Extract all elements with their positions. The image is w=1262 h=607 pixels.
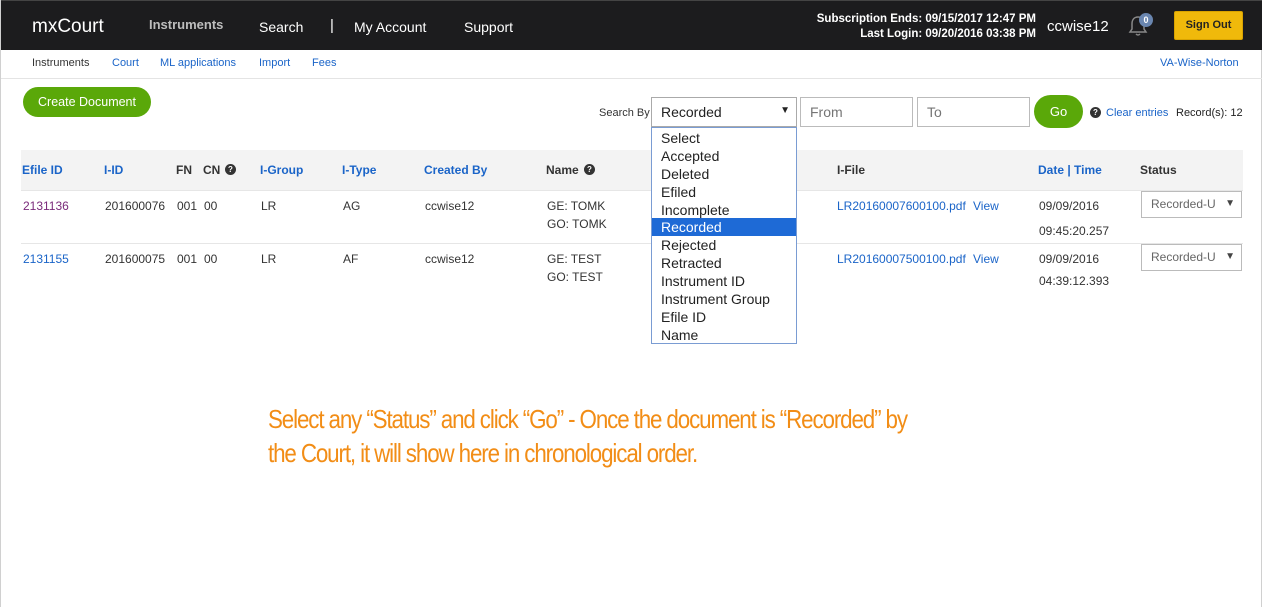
col-i-type[interactable]: I-Type xyxy=(342,163,376,177)
row1-cn: 00 xyxy=(204,199,218,213)
col-cn: CN xyxy=(203,163,221,177)
row2-time: 04:39:12.393 xyxy=(1039,274,1110,285)
help-icon[interactable]: ? xyxy=(1090,107,1101,118)
row1-i-group: LR xyxy=(261,199,277,213)
sub-navbar: Instruments Court ML applications Import… xyxy=(1,50,1262,79)
row2-view-link[interactable]: View xyxy=(973,252,999,266)
row2-efile-id-link[interactable]: 2131155 xyxy=(23,252,69,266)
username[interactable]: ccwise12 xyxy=(1047,18,1109,35)
instruction-annotation: Select any “Status” and click “Go” - Onc… xyxy=(268,404,908,468)
nav-search[interactable]: Search xyxy=(259,19,303,35)
option-incomplete[interactable]: Incomplete xyxy=(652,201,796,219)
row1-date: 09/09/2016 xyxy=(1039,199,1100,213)
row1-grantee: GE: TOMK xyxy=(547,199,606,213)
col-date-time[interactable]: Date | Time xyxy=(1038,163,1102,177)
option-select[interactable]: Select xyxy=(652,129,796,147)
row2-status-value: Recorded-U xyxy=(1151,250,1216,264)
row2-i-type: AF xyxy=(343,252,359,266)
row-divider xyxy=(21,190,1243,191)
nav-my-account[interactable]: My Account xyxy=(354,19,426,35)
nav-instruments[interactable]: Instruments xyxy=(149,17,223,32)
col-i-file: I-File xyxy=(837,163,866,177)
col-efile-id[interactable]: Efile ID xyxy=(22,163,63,177)
row1-grantor: GO: TOMK xyxy=(547,217,607,231)
to-input[interactable] xyxy=(917,97,1030,127)
row1-i-type: AG xyxy=(343,199,361,213)
row2-fn: 001 xyxy=(177,252,198,266)
row2-time-clip: 04:39:12.393 xyxy=(1039,274,1129,285)
option-instrument-group[interactable]: Instrument Group xyxy=(652,290,796,308)
col-status: Status xyxy=(1140,163,1177,177)
row2-grantor: GO: TEST xyxy=(547,270,603,284)
row2-i-file-link[interactable]: LR20160007500100.pdf xyxy=(837,252,966,266)
row2-i-id: 201600075 xyxy=(105,252,166,266)
row2-i-group: LR xyxy=(261,252,277,266)
dropdown-caret-icon: ▼ xyxy=(780,105,790,116)
row1-view-link[interactable]: View xyxy=(973,199,999,213)
col-i-group[interactable]: I-Group xyxy=(260,163,303,177)
subnav-instruments[interactable]: Instruments xyxy=(32,57,89,69)
row1-efile-id-link[interactable]: 2131136 xyxy=(23,199,69,213)
subscription-end: Subscription Ends: 09/15/2017 12:47 PM xyxy=(816,13,1036,25)
option-name[interactable]: Name xyxy=(652,326,796,344)
search-by-value: Recorded xyxy=(661,104,722,120)
row-divider xyxy=(21,243,1243,244)
col-created-by[interactable]: Created By xyxy=(424,163,487,177)
row2-grantee: GE: TEST xyxy=(547,252,602,266)
cn-help-icon[interactable]: ? xyxy=(225,164,236,175)
row1-i-id: 201600076 xyxy=(105,199,166,213)
sign-out-button[interactable]: Sign Out xyxy=(1174,11,1243,40)
status-caret-icon: ▼ xyxy=(1225,198,1235,209)
row1-created-by: ccwise12 xyxy=(425,199,475,213)
from-input[interactable] xyxy=(800,97,913,127)
option-retracted[interactable]: Retracted xyxy=(652,254,796,272)
row1-fn: 001 xyxy=(177,199,198,213)
option-deleted[interactable]: Deleted xyxy=(652,165,796,183)
row1-time: 09:45:20.257 xyxy=(1039,224,1110,238)
option-instrument-id[interactable]: Instrument ID xyxy=(652,272,796,290)
subnav-ml-applications[interactable]: ML applications xyxy=(160,57,236,69)
option-recorded[interactable]: Recorded xyxy=(652,218,796,237)
option-accepted[interactable]: Accepted xyxy=(652,147,796,165)
col-name: Name xyxy=(546,163,579,177)
subnav-fees[interactable]: Fees xyxy=(312,57,336,69)
status-caret-icon: ▼ xyxy=(1225,251,1235,262)
record-count: Record(s): 12 xyxy=(1176,107,1243,119)
create-document-button[interactable]: Create Document xyxy=(23,87,151,117)
subnav-import[interactable]: Import xyxy=(259,57,290,69)
row2-created-by: ccwise12 xyxy=(425,252,475,266)
last-login: Last Login: 09/20/2016 03:38 PM xyxy=(860,28,1036,40)
option-rejected[interactable]: Rejected xyxy=(652,236,796,254)
nav-support[interactable]: Support xyxy=(464,19,513,35)
top-navbar: mxCourt Instruments Search | My Account … xyxy=(1,0,1262,50)
clear-entries-link[interactable]: Clear entries xyxy=(1106,107,1168,119)
notification-count-badge: 0 xyxy=(1139,13,1153,27)
name-help-icon[interactable]: ? xyxy=(584,164,595,175)
col-fn: FN xyxy=(176,163,192,177)
row1-status-value: Recorded-U xyxy=(1151,197,1216,211)
search-by-label: Search By xyxy=(599,107,650,119)
nav-separator: | xyxy=(330,17,334,34)
search-by-dropdown-list: Select Accepted Deleted Efiled Incomplet… xyxy=(651,127,797,344)
col-i-id[interactable]: I-ID xyxy=(104,163,123,177)
row2-cn: 00 xyxy=(204,252,218,266)
subscription-info: Subscription Ends: 09/15/2017 12:47 PM L… xyxy=(817,12,1036,42)
search-by-select[interactable]: Recorded ▼ xyxy=(651,97,797,127)
location-link[interactable]: VA-Wise-Norton xyxy=(1160,57,1239,69)
row1-status-select[interactable]: Recorded-U ▼ xyxy=(1141,191,1242,218)
brand-logo[interactable]: mxCourt xyxy=(32,16,104,38)
row1-i-file-link[interactable]: LR20160007600100.pdf xyxy=(837,199,966,213)
row2-status-select[interactable]: Recorded-U ▼ xyxy=(1141,244,1242,271)
option-efile-id[interactable]: Efile ID xyxy=(652,308,796,326)
row2-date: 09/09/2016 xyxy=(1039,252,1100,266)
go-button[interactable]: Go xyxy=(1034,95,1083,128)
option-efiled[interactable]: Efiled xyxy=(652,183,796,201)
subnav-court[interactable]: Court xyxy=(112,57,139,69)
